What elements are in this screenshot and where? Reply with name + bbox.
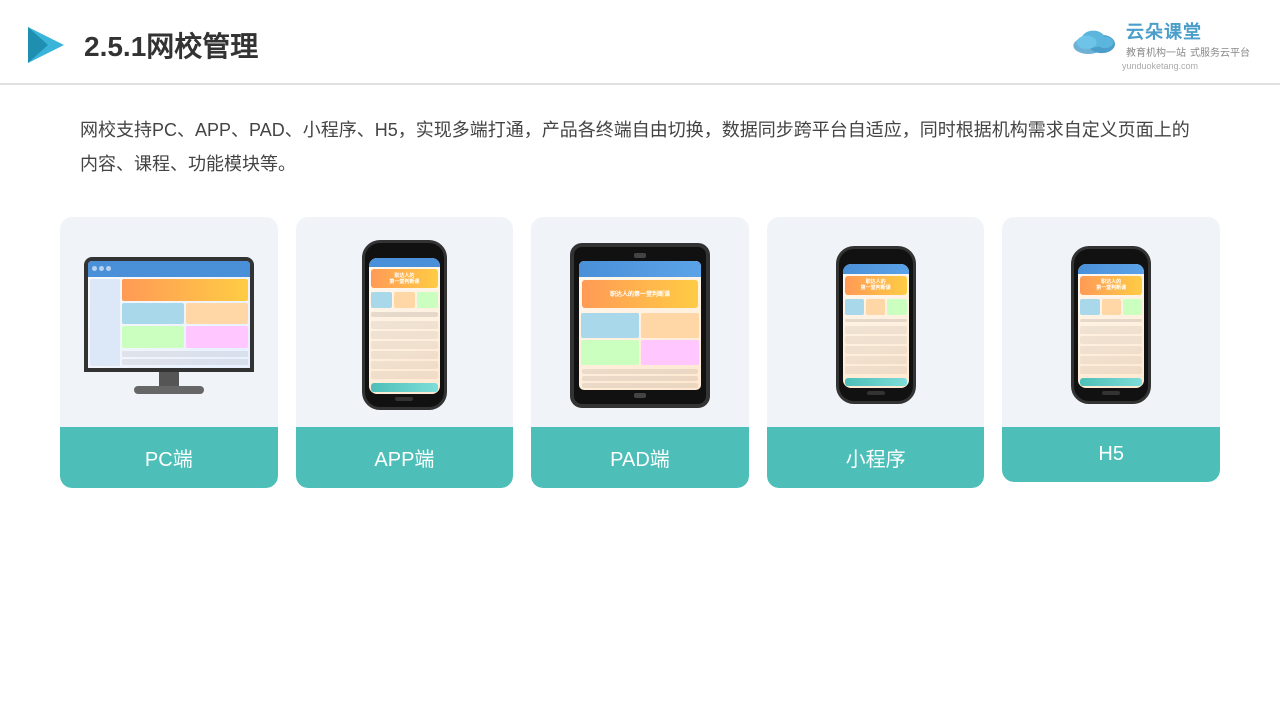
card-miniprogram-label: 小程序 [767,427,985,488]
card-pc-label: PC端 [60,427,278,488]
card-miniprogram-image: 职达人的第一堂判断课 [767,217,985,427]
card-app: 职达人的第一堂判断课 [296,217,514,488]
card-h5: 职达人的第一堂判断课 [1002,217,1220,482]
brand-logo-icon [20,21,68,69]
tablet-mockup: 职达人的第一堂判断课 [570,243,710,408]
card-app-label: APP端 [296,427,514,488]
header-left: 2.5.1网校管理 [20,21,258,69]
card-miniprogram: 职达人的第一堂判断课 [767,217,985,488]
card-pad: 职达人的第一堂判断课 PAD端 [531,217,749,488]
phone-mockup-app: 职达人的第一堂判断课 [362,240,447,410]
card-pad-image: 职达人的第一堂判断课 [531,217,749,427]
cloud-icon [1070,21,1120,57]
pc-monitor-mockup [84,257,254,394]
card-h5-label: H5 [1002,427,1220,482]
description-text: 网校支持PC、APP、PAD、小程序、H5，实现多端打通，产品各终端自由切换，数… [0,85,1280,197]
logo-text: 云朵课堂 教育机构一站 式服务云平台 [1126,18,1250,59]
cards-section: PC端 职达人的第一堂判断课 [0,197,1280,518]
page-title: 2.5.1网校管理 [84,25,258,65]
card-pad-label: PAD端 [531,427,749,488]
phone-mockup-mini: 职达人的第一堂判断课 [836,246,916,404]
card-pc-image [60,217,278,427]
header: 2.5.1网校管理 云朵课堂 教育机构一站 式服务云平台 yunduoketan… [0,0,1280,85]
card-pc: PC端 [60,217,278,488]
brand-logo-right: 云朵课堂 教育机构一站 式服务云平台 yunduoketang.com [1070,18,1250,71]
card-h5-image: 职达人的第一堂判断课 [1002,217,1220,427]
card-app-image: 职达人的第一堂判断课 [296,217,514,427]
phone-mockup-h5: 职达人的第一堂判断课 [1071,246,1151,404]
